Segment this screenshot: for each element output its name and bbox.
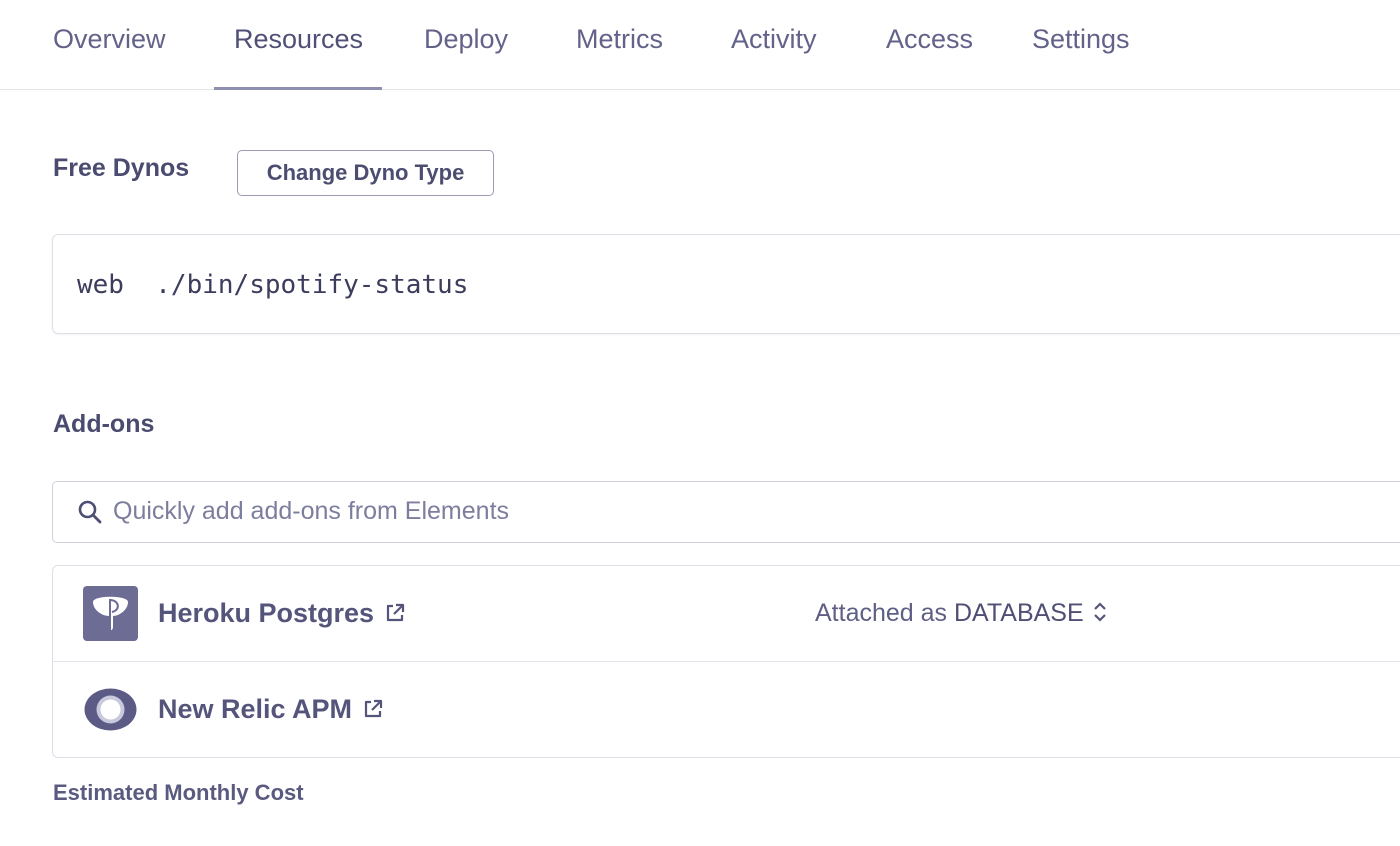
chevron-up-down-icon: [1093, 602, 1106, 622]
tab-metrics[interactable]: Metrics: [576, 0, 663, 90]
tab-access[interactable]: Access: [886, 0, 973, 90]
addon-row-new-relic: New Relic APM: [53, 662, 1400, 758]
tab-bar: Overview Resources Deploy Metrics Activi…: [0, 0, 1400, 90]
addon-search-input[interactable]: [113, 482, 1373, 541]
addon-name-new-relic: New Relic APM: [158, 694, 353, 724]
tab-settings[interactable]: Settings: [1032, 0, 1130, 90]
dyno-card: web ./bin/spotify-status: [52, 234, 1400, 334]
external-link-icon: [364, 699, 383, 718]
estimated-monthly-cost-label: Estimated Monthly Cost: [53, 780, 304, 805]
addons-list: Heroku Postgres Attached as DATABASE New…: [52, 565, 1400, 758]
addon-link-heroku-postgres[interactable]: Heroku Postgres: [158, 566, 406, 660]
add-ons-heading: Add-ons: [53, 410, 155, 438]
attachment-name: DATABASE: [953, 599, 1084, 627]
tab-resources[interactable]: Resources: [234, 0, 363, 90]
change-dyno-type-button[interactable]: Change Dyno Type: [237, 150, 494, 196]
attached-prefix: Attached as: [815, 599, 948, 627]
new-relic-icon: [84, 688, 137, 731]
attachment-selector[interactable]: Attached as DATABASE: [815, 566, 1108, 660]
addon-link-new-relic[interactable]: New Relic APM: [158, 662, 384, 756]
active-tab-indicator: [214, 87, 382, 90]
external-link-icon: [386, 603, 405, 622]
tab-activity[interactable]: Activity: [731, 0, 817, 90]
addon-row-heroku-postgres: Heroku Postgres Attached as DATABASE: [53, 566, 1400, 662]
dyno-process-command: ./bin/spotify-status: [155, 270, 469, 300]
dyno-process-type: web: [77, 270, 124, 300]
dyno-process: web ./bin/spotify-status: [77, 235, 468, 335]
tab-deploy[interactable]: Deploy: [424, 0, 508, 90]
addon-search-box: [52, 481, 1400, 543]
postgres-icon: [83, 586, 138, 641]
free-dynos-heading: Free Dynos: [53, 154, 190, 182]
addon-name-heroku-postgres: Heroku Postgres: [158, 598, 375, 628]
tab-overview[interactable]: Overview: [53, 0, 166, 90]
search-icon: [78, 500, 102, 524]
